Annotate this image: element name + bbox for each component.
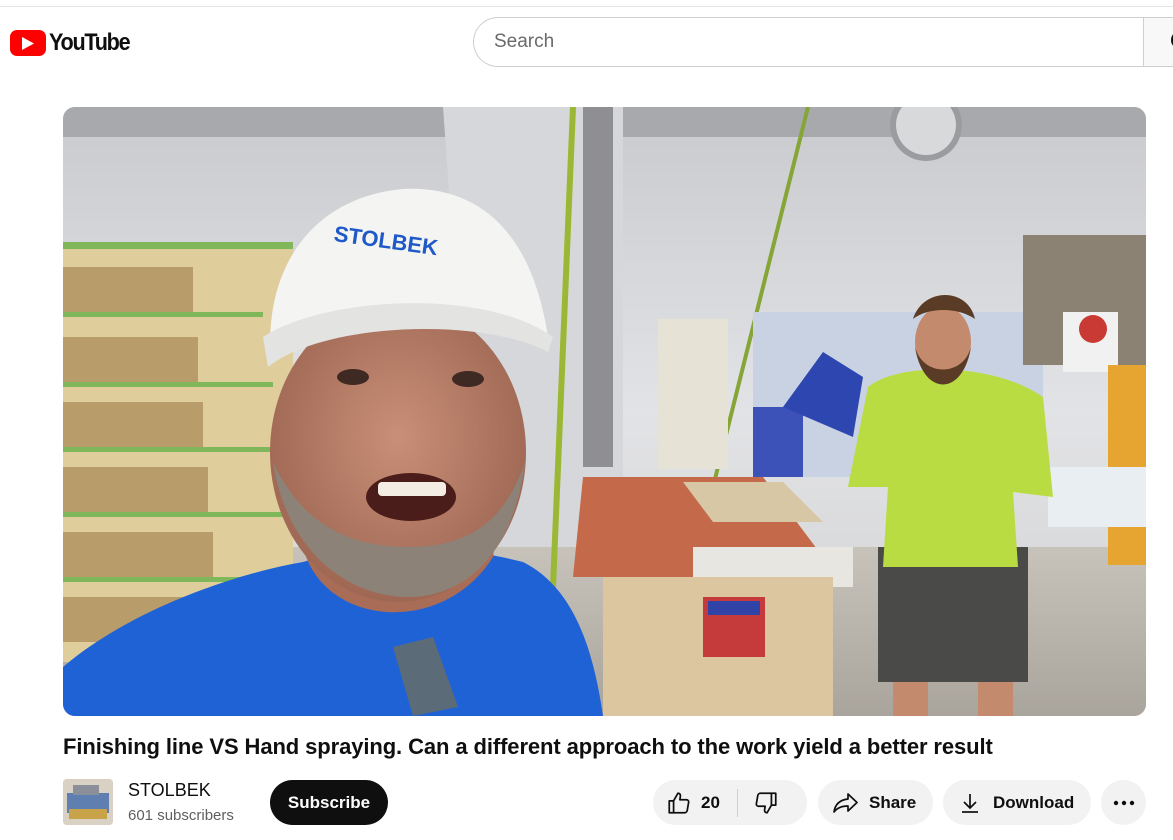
thumbs-up-icon	[666, 790, 692, 816]
youtube-logo[interactable]: YouTube	[10, 29, 138, 57]
download-label: Download	[993, 792, 1075, 812]
subscriber-count: 601 subscribers	[128, 807, 234, 824]
channel-name[interactable]: STOLBEK	[128, 780, 211, 801]
video-frame: STOLBEK	[63, 107, 1146, 716]
more-actions-button[interactable]	[1101, 780, 1146, 825]
thumbs-down-icon	[753, 790, 779, 816]
video-title: Finishing line VS Hand spraying. Can a d…	[63, 734, 993, 759]
share-button[interactable]: Share	[818, 780, 933, 825]
like-button[interactable]: 20	[653, 780, 720, 825]
dislike-button[interactable]	[738, 780, 779, 825]
youtube-play-icon	[10, 30, 46, 56]
download-button[interactable]: Download	[943, 780, 1091, 825]
top-divider	[0, 6, 1173, 7]
share-arrow-icon	[832, 791, 860, 815]
search-button[interactable]	[1143, 17, 1173, 67]
channel-avatar[interactable]	[63, 779, 113, 825]
logo-text: YouTube	[49, 29, 131, 56]
search-input[interactable]	[494, 31, 1134, 53]
share-label: Share	[869, 792, 917, 812]
video-player[interactable]: STOLBEK	[63, 107, 1146, 716]
search-box	[473, 17, 1173, 67]
search-icon	[1144, 18, 1173, 66]
like-count: 20	[701, 792, 720, 812]
more-horizontal-icon	[1113, 800, 1135, 806]
subscribe-button[interactable]: Subscribe	[270, 780, 388, 825]
download-icon	[960, 792, 980, 814]
like-dislike-group: 20	[653, 780, 807, 825]
